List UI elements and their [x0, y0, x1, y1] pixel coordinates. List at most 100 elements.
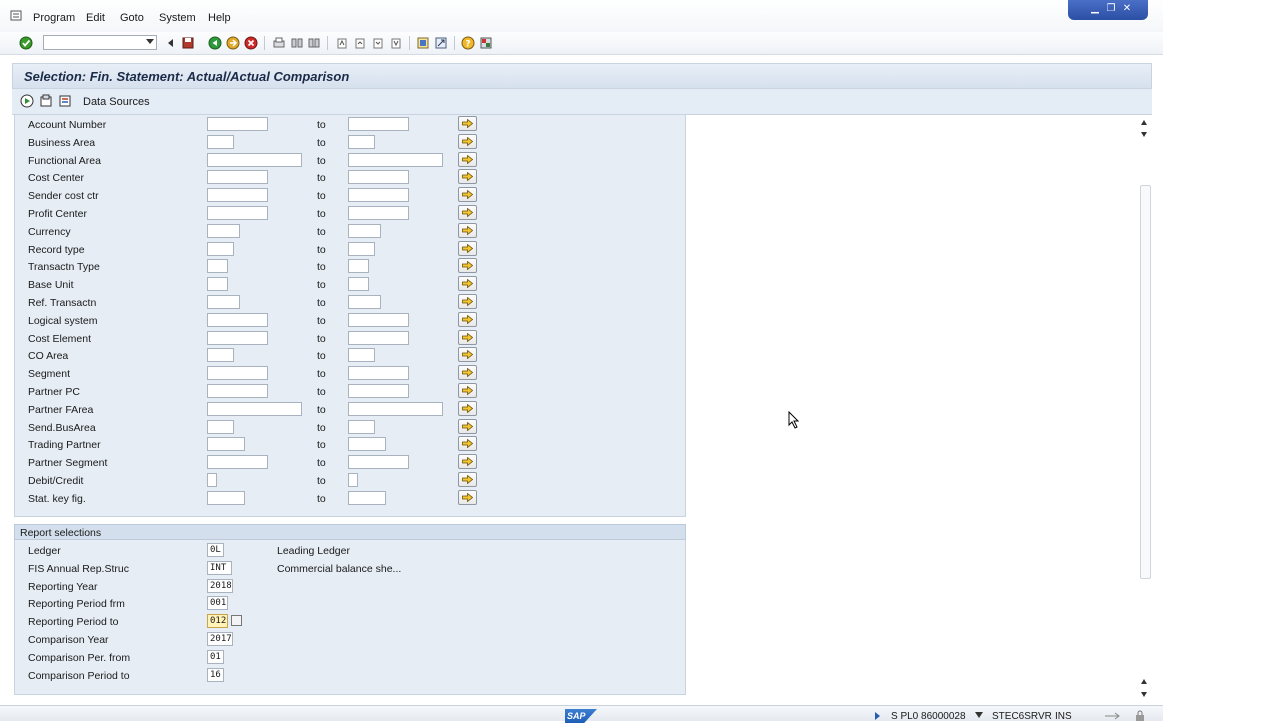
low-value-input[interactable]	[207, 152, 302, 167]
parameter-input[interactable]: 16	[207, 667, 224, 682]
close-icon[interactable]: ✕	[1120, 3, 1134, 15]
high-value-input[interactable]	[348, 419, 375, 434]
value-help-icon[interactable]	[231, 615, 242, 627]
chevron-down-icon[interactable]	[146, 39, 154, 44]
insert-mode[interactable]: INS	[1055, 711, 1072, 722]
minimize-icon[interactable]: ▁	[1088, 3, 1102, 15]
high-value-input[interactable]	[348, 152, 443, 167]
low-value-input[interactable]	[207, 348, 234, 363]
menu-help[interactable]: Help	[208, 12, 231, 24]
shortcut-icon[interactable]	[434, 36, 448, 50]
high-value-input[interactable]	[348, 312, 409, 327]
multiple-selection-button[interactable]	[458, 116, 477, 131]
multiple-selection-button[interactable]	[458, 151, 477, 167]
scroll-up-icon[interactable]	[1141, 120, 1147, 125]
low-value-input[interactable]	[207, 188, 268, 203]
low-value-input[interactable]	[207, 277, 228, 292]
next-page-icon[interactable]	[371, 36, 385, 50]
menu-program[interactable]: Program	[33, 12, 75, 24]
multiple-selection-button[interactable]	[458, 294, 477, 309]
low-value-input[interactable]	[207, 295, 240, 309]
high-value-input[interactable]	[348, 259, 369, 274]
parameter-input[interactable]: 001	[207, 596, 228, 611]
multiple-selection-button[interactable]	[458, 400, 477, 416]
low-value-input[interactable]	[207, 117, 268, 131]
low-value-input[interactable]	[207, 419, 234, 434]
save-icon[interactable]	[181, 36, 195, 50]
parameter-input[interactable]: 2017	[207, 632, 233, 646]
find-next-icon[interactable]	[307, 36, 321, 50]
high-value-input[interactable]	[348, 330, 409, 345]
high-value-input[interactable]	[348, 366, 409, 381]
high-value-input[interactable]	[348, 134, 375, 149]
scroll-down-icon[interactable]	[1141, 132, 1147, 137]
scroll-down-icon[interactable]	[1141, 692, 1147, 697]
high-value-input[interactable]	[348, 241, 375, 256]
multiple-selection-button[interactable]	[458, 329, 477, 345]
last-page-icon[interactable]	[389, 36, 403, 50]
high-value-input[interactable]	[348, 117, 409, 131]
low-value-input[interactable]	[207, 206, 268, 220]
low-value-input[interactable]	[207, 384, 268, 398]
chevron-down-icon[interactable]	[975, 712, 983, 718]
high-value-input[interactable]	[348, 473, 358, 487]
system-menu-icon[interactable]	[10, 10, 24, 22]
collapse-left-icon[interactable]	[164, 36, 178, 50]
high-value-input[interactable]	[348, 437, 386, 452]
low-value-input[interactable]	[207, 223, 240, 238]
layout-menu-icon[interactable]	[479, 36, 493, 50]
low-value-input[interactable]	[207, 437, 245, 452]
enter-check-icon[interactable]	[19, 36, 33, 50]
previous-page-icon[interactable]	[353, 36, 367, 50]
multiple-selection-button[interactable]	[458, 311, 477, 327]
multiple-selection-button[interactable]	[458, 489, 477, 505]
parameter-input[interactable]: 01	[207, 649, 224, 664]
multiple-selection-button[interactable]	[458, 383, 477, 398]
multiple-selection-button[interactable]	[458, 205, 477, 220]
high-value-input[interactable]	[348, 295, 381, 309]
multiple-selection-button[interactable]	[458, 365, 477, 381]
multiple-selection-button[interactable]	[458, 454, 477, 470]
parameter-input[interactable]: 0L	[207, 543, 224, 557]
low-value-input[interactable]	[207, 134, 234, 149]
menu-system[interactable]: System	[159, 12, 196, 24]
low-value-input[interactable]	[207, 455, 268, 470]
find-icon[interactable]	[290, 36, 304, 50]
high-value-input[interactable]	[348, 223, 381, 238]
high-value-input[interactable]	[348, 490, 386, 505]
multiple-selection-button[interactable]	[458, 347, 477, 363]
execute-icon[interactable]	[20, 94, 34, 108]
help-icon[interactable]: ?	[461, 36, 475, 50]
multiple-selection-button[interactable]	[458, 187, 477, 203]
multiple-selection-button[interactable]	[458, 258, 477, 274]
low-value-input[interactable]	[207, 241, 234, 256]
create-session-icon[interactable]	[416, 36, 430, 50]
low-value-input[interactable]	[207, 401, 302, 416]
scrollbar-thumb[interactable]	[1140, 185, 1151, 579]
low-value-input[interactable]	[207, 259, 228, 274]
high-value-input[interactable]	[348, 401, 443, 416]
high-value-input[interactable]	[348, 170, 409, 185]
command-field[interactable]	[43, 35, 157, 50]
parameter-input[interactable]: INT	[207, 560, 232, 575]
low-value-input[interactable]	[207, 473, 217, 487]
multiple-selection-button[interactable]	[458, 169, 477, 185]
low-value-input[interactable]	[207, 490, 245, 505]
selection-options-icon[interactable]	[58, 94, 72, 108]
high-value-input[interactable]	[348, 348, 375, 363]
multiple-selection-button[interactable]	[458, 276, 477, 292]
menu-edit[interactable]: Edit	[86, 12, 105, 24]
multiple-selection-button[interactable]	[458, 472, 477, 487]
multiple-selection-button[interactable]	[458, 133, 477, 149]
high-value-input[interactable]	[348, 188, 409, 203]
multiple-selection-button[interactable]	[458, 222, 477, 238]
multiple-selection-button[interactable]	[458, 436, 477, 452]
data-sources-button[interactable]: Data Sources	[83, 96, 150, 108]
low-value-input[interactable]	[207, 312, 268, 327]
multiple-selection-button[interactable]	[458, 418, 477, 434]
vertical-scrollbar[interactable]	[1138, 115, 1152, 705]
multiple-selection-button[interactable]	[458, 240, 477, 256]
first-page-icon[interactable]	[335, 36, 349, 50]
cancel-icon[interactable]	[244, 36, 258, 50]
high-value-input[interactable]	[348, 455, 409, 470]
